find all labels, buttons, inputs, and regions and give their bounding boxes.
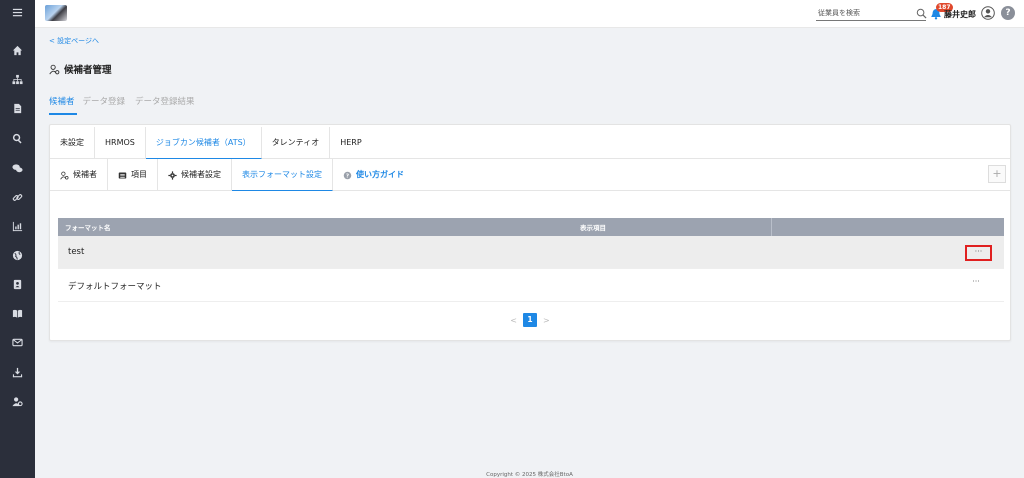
row-format-name: デフォルトフォーマット <box>68 282 162 292</box>
tab-data-registration[interactable]: データ登録 <box>83 95 130 115</box>
user-settings-icon[interactable] <box>0 393 35 409</box>
table-row[interactable]: デフォルトフォーマット ··· <box>58 269 1004 302</box>
prev-page-button[interactable]: < <box>510 316 517 325</box>
globe-icon[interactable] <box>0 247 35 263</box>
org-chart-icon[interactable] <box>0 71 35 87</box>
subtab-items[interactable]: 項目 <box>108 159 158 191</box>
next-page-button[interactable]: > <box>543 316 550 325</box>
subtab-candidates[interactable]: 候補者 <box>50 159 108 191</box>
page-number-button[interactable]: 1 <box>523 313 537 327</box>
sub-tabs: 候補者 項目 候補者設定 表示フォーマット設定 ? 使い方ガイド <box>50 159 1010 191</box>
document-icon[interactable] <box>0 100 35 116</box>
page-title: 候補者管理 <box>64 65 112 76</box>
menu-icon[interactable] <box>0 4 35 20</box>
ats-tab-herp[interactable]: HERP <box>330 127 371 159</box>
chat-icon[interactable] <box>0 160 35 176</box>
subtab-display-format-label: 表示フォーマット設定 <box>242 169 322 179</box>
subtab-usage-guide-label: 使い方ガイド <box>356 170 404 179</box>
tab-candidates[interactable]: 候補者 <box>49 95 77 115</box>
table-header: フォーマット名 表示項目 <box>58 218 1004 236</box>
content-card: 未設定 HRMOS ジョブカン候補者（ATS） タレンティオ HERP 候補者 … <box>49 124 1011 341</box>
more-options-button[interactable]: ··· <box>968 277 984 286</box>
pagination: < 1 > <box>50 313 1010 327</box>
ats-tabs: 未設定 HRMOS ジョブカン候補者（ATS） タレンティオ HERP <box>50 127 1010 159</box>
ats-tab-hrmos[interactable]: HRMOS <box>95 127 146 159</box>
ats-tab-jobcan[interactable]: ジョブカン候補者（ATS） <box>145 127 262 159</box>
page-title-block: 候補者管理 <box>49 62 112 76</box>
column-divider <box>771 218 772 236</box>
ats-tab-unset[interactable]: 未設定 <box>50 127 95 159</box>
help-icon[interactable]: ? <box>1001 6 1015 20</box>
contact-card-icon[interactable] <box>0 276 35 292</box>
mail-icon[interactable] <box>0 334 35 350</box>
user-name[interactable]: 藤井史郎 <box>944 9 976 20</box>
sidebar <box>0 0 35 478</box>
subtab-candidates-label: 候補者 <box>73 170 97 179</box>
question-circle-icon: ? <box>343 171 352 179</box>
tab-data-registration-results[interactable]: データ登録結果 <box>135 95 199 115</box>
user-gear-icon <box>49 64 60 74</box>
download-icon[interactable] <box>0 364 35 380</box>
table-row[interactable]: test ··· <box>58 236 1004 269</box>
list-icon <box>118 172 127 178</box>
subtab-items-label: 項目 <box>131 170 147 179</box>
search-icon[interactable] <box>916 8 927 19</box>
subtab-candidate-settings-label: 候補者設定 <box>181 170 221 179</box>
top-bar: 従業員を検索 187 藤井史郎 ? <box>35 0 1024 28</box>
main-tabs: 候補者 データ登録 データ登録結果 <box>49 95 205 115</box>
ats-tab-talentio[interactable]: タレンティオ <box>262 127 331 159</box>
back-to-settings-link[interactable]: < 設定ページへ <box>49 36 99 46</box>
company-logo[interactable] <box>45 5 67 21</box>
format-table: フォーマット名 表示項目 test ··· デフォルトフォーマット ··· <box>58 218 1004 302</box>
add-button[interactable]: + <box>988 165 1006 183</box>
search-icon[interactable] <box>0 130 35 146</box>
footer-copyright: Copyright © 2025 株式会社BtoA <box>486 472 573 478</box>
row-format-name: test <box>68 247 85 257</box>
subtab-usage-guide[interactable]: ? 使い方ガイド <box>333 159 414 191</box>
user-avatar-icon[interactable] <box>981 6 995 20</box>
column-header-display-items: 表示項目 <box>580 224 606 232</box>
user-gear-icon <box>60 171 69 179</box>
more-options-button[interactable]: ··· <box>965 245 992 261</box>
svg-text:?: ? <box>346 173 349 179</box>
home-icon[interactable] <box>0 42 35 58</box>
employee-search-input[interactable]: 従業員を検索 <box>816 7 926 21</box>
subtab-display-format[interactable]: 表示フォーマット設定 <box>232 159 333 191</box>
back-link-label: 設定ページへ <box>57 37 99 45</box>
chart-icon[interactable] <box>0 218 35 234</box>
link-icon[interactable] <box>0 189 35 205</box>
book-icon[interactable] <box>0 305 35 321</box>
gear-icon <box>168 170 177 180</box>
column-header-format-name: フォーマット名 <box>65 224 111 232</box>
subtab-candidate-settings[interactable]: 候補者設定 <box>158 159 232 191</box>
